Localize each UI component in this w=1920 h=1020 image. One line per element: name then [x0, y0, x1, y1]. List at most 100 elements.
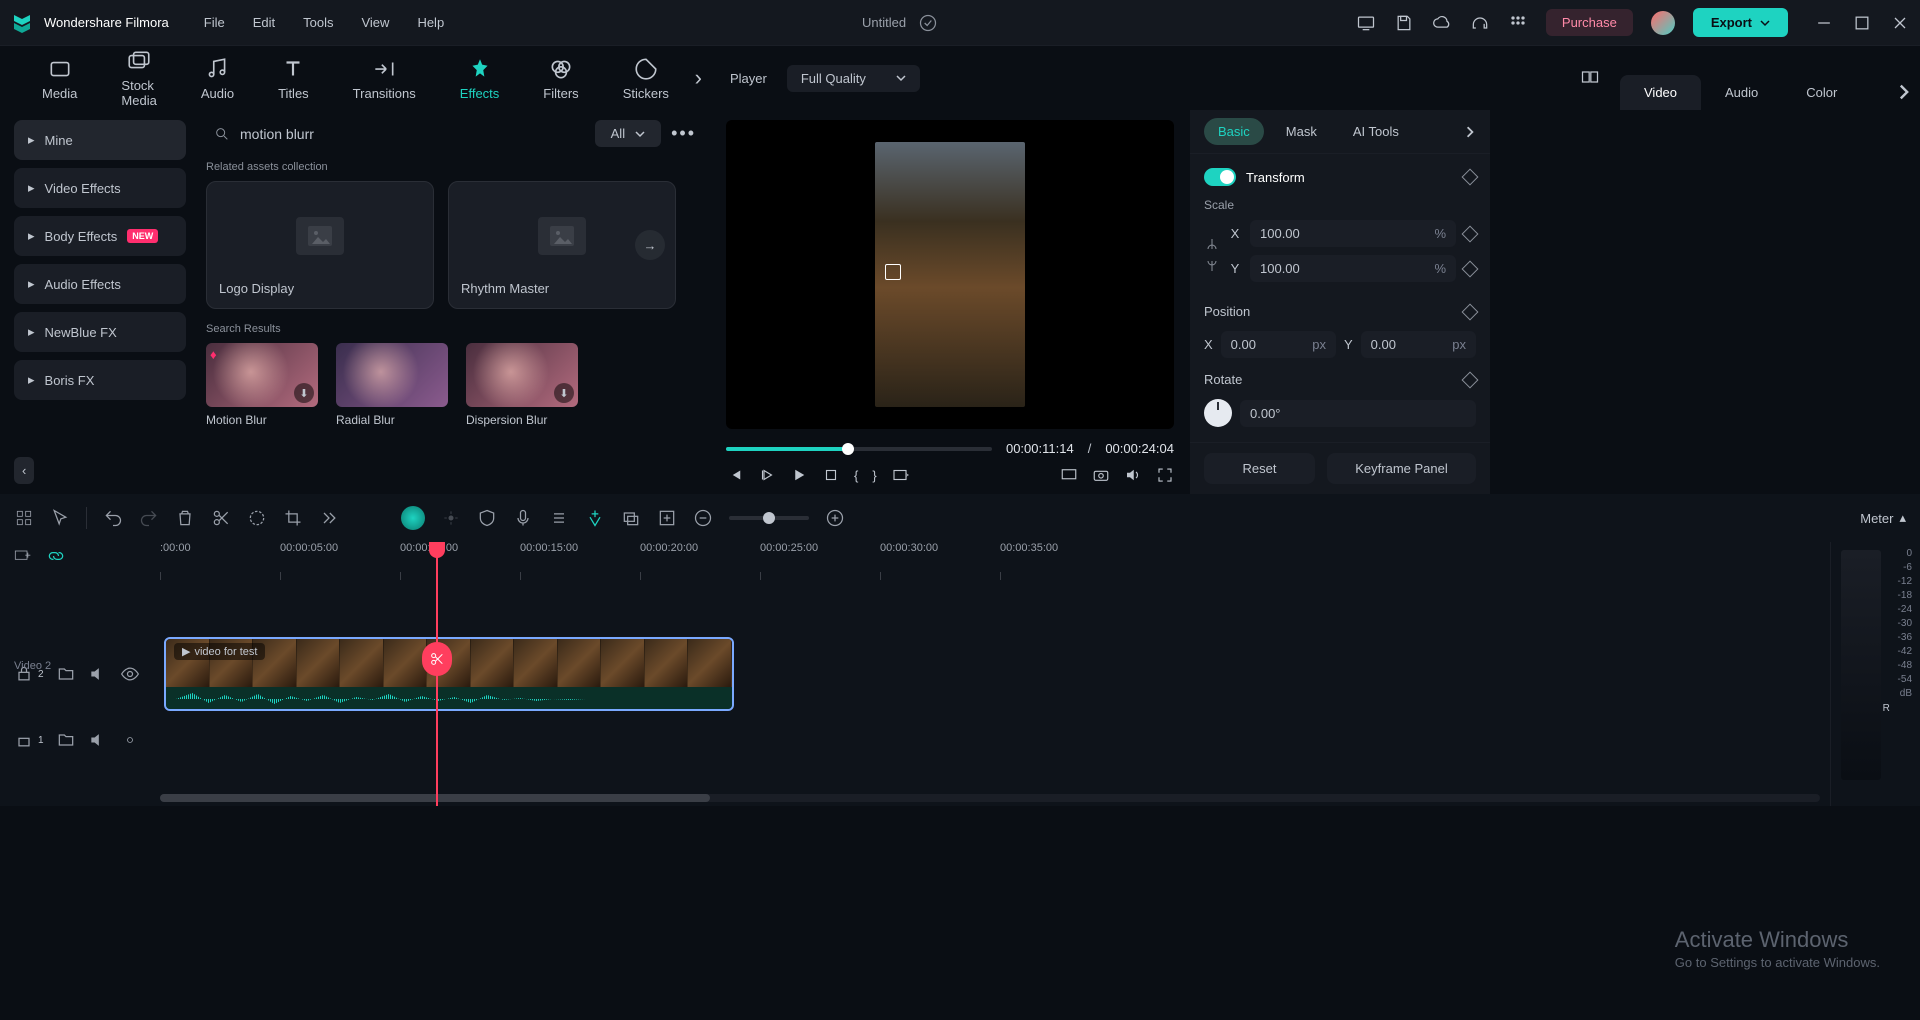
- minimize-icon[interactable]: [1814, 13, 1834, 33]
- next-arrow-icon[interactable]: →: [635, 230, 665, 260]
- compare-icon[interactable]: [1580, 67, 1600, 87]
- subtab-mask[interactable]: Mask: [1272, 118, 1331, 145]
- collection-logo-display[interactable]: Logo Display: [206, 181, 434, 309]
- inspector-tab-color[interactable]: Color: [1782, 75, 1861, 110]
- more-options-icon[interactable]: •••: [671, 123, 696, 144]
- ruler-add-icon[interactable]: [12, 546, 32, 566]
- rotate-knob[interactable]: [1204, 399, 1232, 427]
- zoom-in-icon[interactable]: [825, 508, 845, 528]
- collection-rhythm-master[interactable]: → Rhythm Master: [448, 181, 676, 309]
- reset-button[interactable]: Reset: [1204, 453, 1315, 484]
- magnet-icon[interactable]: [585, 508, 605, 528]
- tab-audio[interactable]: Audio: [179, 56, 256, 101]
- playback-progress[interactable]: [726, 447, 992, 451]
- folder-icon[interactable]: [56, 730, 76, 750]
- undo-icon[interactable]: [103, 508, 123, 528]
- play-icon[interactable]: [790, 466, 808, 484]
- download-icon[interactable]: ⬇: [294, 383, 314, 403]
- folder-icon[interactable]: [56, 664, 76, 684]
- download-icon[interactable]: ⬇: [554, 383, 574, 403]
- shield-icon[interactable]: [477, 508, 497, 528]
- sidebar-item-boris[interactable]: ▸Boris FX: [14, 360, 186, 400]
- sidebar-item-mine[interactable]: ▸Mine: [14, 120, 186, 160]
- subtab-ai-tools[interactable]: AI Tools: [1339, 118, 1413, 145]
- menu-view[interactable]: View: [361, 15, 389, 30]
- save-icon[interactable]: [1394, 13, 1414, 33]
- menu-tools[interactable]: Tools: [303, 15, 333, 30]
- crop-icon[interactable]: [283, 508, 303, 528]
- tabs-next-icon[interactable]: ›: [695, 65, 702, 91]
- tab-stickers[interactable]: Stickers: [601, 56, 691, 101]
- track-visibility-icon[interactable]: [120, 664, 140, 684]
- subtab-basic[interactable]: Basic: [1204, 118, 1264, 145]
- tabs-next-icon[interactable]: [1896, 84, 1912, 100]
- track-lock-icon[interactable]: [14, 730, 34, 750]
- subtabs-next-icon[interactable]: [1464, 126, 1476, 138]
- sidebar-collapse[interactable]: ‹: [14, 457, 34, 484]
- tab-stock-media[interactable]: Stock Media: [99, 48, 178, 108]
- tab-titles[interactable]: Titles: [256, 56, 331, 101]
- link-icon[interactable]: [46, 546, 66, 566]
- screen-icon[interactable]: [1356, 13, 1376, 33]
- markers-icon[interactable]: [621, 508, 641, 528]
- inspector-tab-audio[interactable]: Audio: [1701, 75, 1782, 110]
- menu-help[interactable]: Help: [417, 15, 444, 30]
- search-input[interactable]: [240, 126, 577, 142]
- preview-canvas[interactable]: [726, 120, 1174, 429]
- sidebar-item-body-effects[interactable]: ▸Body EffectsNEW: [14, 216, 186, 256]
- step-back-icon[interactable]: [758, 466, 776, 484]
- maximize-icon[interactable]: [1852, 13, 1872, 33]
- transform-toggle[interactable]: [1204, 168, 1236, 186]
- keyframe-panel-button[interactable]: Keyframe Panel: [1327, 453, 1476, 484]
- timeline-hscroll[interactable]: [160, 794, 1820, 802]
- user-avatar[interactable]: [1651, 11, 1675, 35]
- inspector-tab-video[interactable]: Video: [1620, 75, 1701, 110]
- mark-out-icon[interactable]: }: [872, 468, 876, 483]
- sidebar-item-newblue[interactable]: ▸NewBlue FX: [14, 312, 186, 352]
- close-icon[interactable]: [1890, 13, 1910, 33]
- quality-dropdown[interactable]: Full Quality: [787, 65, 920, 92]
- snapshot-icon[interactable]: [1092, 466, 1110, 484]
- more-tools-icon[interactable]: [319, 508, 339, 528]
- track-visibility-icon[interactable]: [120, 730, 140, 750]
- purchase-button[interactable]: Purchase: [1546, 9, 1633, 36]
- zoom-slider[interactable]: [729, 516, 809, 520]
- rotate-input[interactable]: 0.00°: [1240, 400, 1476, 427]
- sidebar-item-video-effects[interactable]: ▸Video Effects: [14, 168, 186, 208]
- volume-icon[interactable]: [1124, 466, 1142, 484]
- menu-file[interactable]: File: [204, 15, 225, 30]
- menu-edit[interactable]: Edit: [253, 15, 275, 30]
- track-mute-icon[interactable]: [88, 730, 108, 750]
- mark-in-icon[interactable]: {: [854, 468, 858, 483]
- headphones-icon[interactable]: [1470, 13, 1490, 33]
- ai-assistant-icon[interactable]: [401, 506, 425, 530]
- mic-icon[interactable]: [513, 508, 533, 528]
- fullscreen-icon[interactable]: [1156, 466, 1174, 484]
- stop-icon[interactable]: [822, 466, 840, 484]
- tab-filters[interactable]: Filters: [521, 56, 600, 101]
- cloud-icon[interactable]: [1432, 13, 1452, 33]
- cursor-icon[interactable]: [50, 508, 70, 528]
- filter-dropdown[interactable]: All: [595, 120, 661, 147]
- keyframe-diamond-icon[interactable]: [1462, 169, 1479, 186]
- playhead[interactable]: [436, 542, 438, 806]
- result-dispersion-blur[interactable]: ⬇ Dispersion Blur: [466, 343, 578, 427]
- timeline-ruler[interactable]: :00:00 00:00:05:00 00:00:10:00 00:00:15:…: [0, 542, 1830, 576]
- display-icon[interactable]: [1060, 466, 1078, 484]
- tab-media[interactable]: Media: [20, 56, 99, 101]
- export-button[interactable]: Export: [1693, 8, 1788, 37]
- meter-label[interactable]: Meter ▴: [1860, 510, 1906, 526]
- apps-grid-icon[interactable]: [1508, 13, 1528, 33]
- sidebar-item-audio-effects[interactable]: ▸Audio Effects: [14, 264, 186, 304]
- list-icon[interactable]: [549, 508, 569, 528]
- delete-icon[interactable]: [175, 508, 195, 528]
- keyframe-diamond-icon[interactable]: [1462, 303, 1479, 320]
- sparkle-icon[interactable]: [441, 508, 461, 528]
- tab-transitions[interactable]: Transitions: [331, 56, 438, 101]
- position-x-input[interactable]: 0.00px: [1221, 331, 1336, 358]
- add-marker-icon[interactable]: [657, 508, 677, 528]
- split-icon[interactable]: [211, 508, 231, 528]
- scale-x-input[interactable]: 100.00%: [1250, 220, 1456, 247]
- tl-tool-1-icon[interactable]: [14, 508, 34, 528]
- tab-effects[interactable]: Effects: [438, 56, 522, 101]
